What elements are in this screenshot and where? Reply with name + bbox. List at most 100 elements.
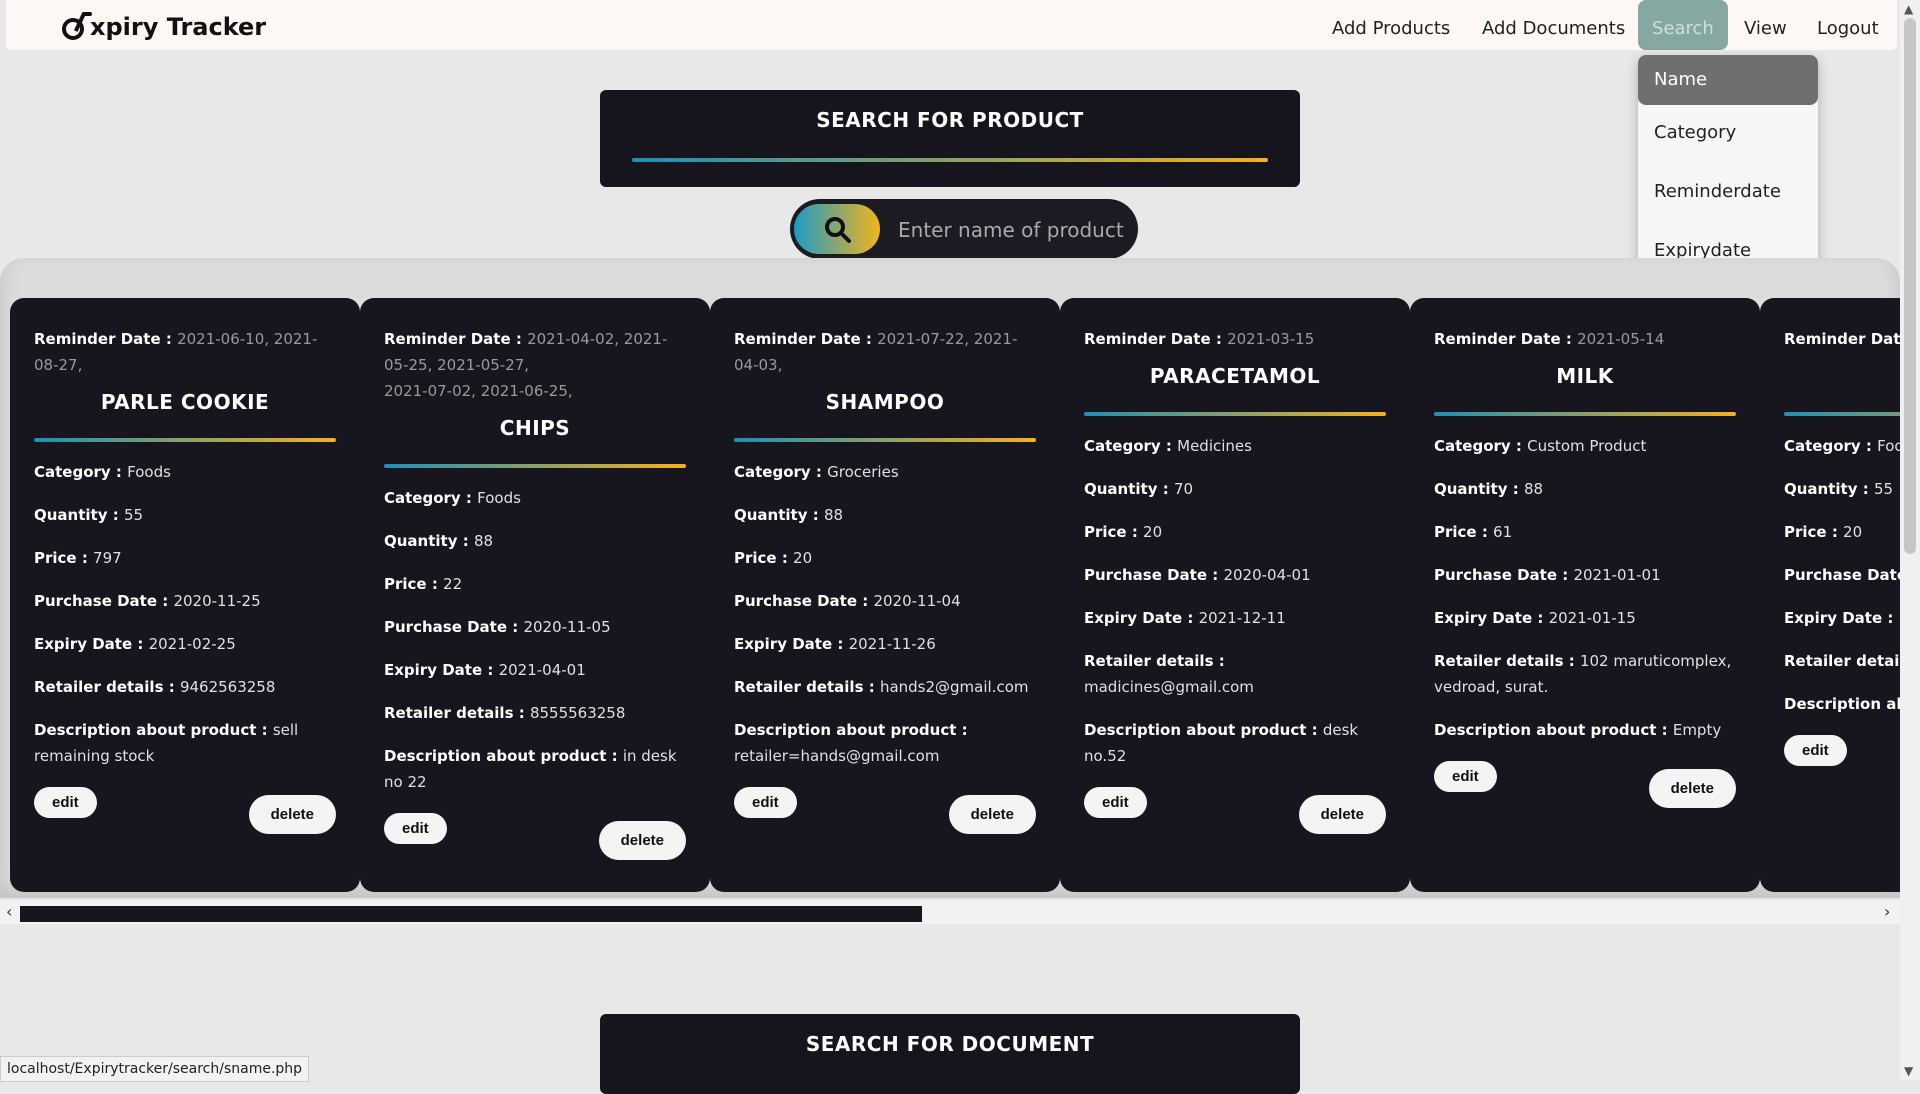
product-card: Reminder Date : C Category : Foo Quantit… xyxy=(1760,298,1900,892)
category-field: Category : Groceries xyxy=(734,463,899,481)
purchase-date-field: Purchase Date : xyxy=(1784,566,1900,584)
expiry-date-field: Expiry Date : 2021-02-25 xyxy=(34,635,236,653)
quantity-field: Quantity : 88 xyxy=(734,506,844,524)
delete-button[interactable]: delete xyxy=(248,795,336,834)
name-underline xyxy=(34,438,336,442)
product-card: Reminder Date : 2021-03-15 PARACETAMOL C… xyxy=(1060,298,1410,892)
delete-button[interactable]: delete xyxy=(598,821,686,860)
navbar: xpiry Tracker Add Products Add Documents… xyxy=(6,0,1897,50)
expiry-date-field: Expiry Date : 2021-11-26 xyxy=(734,635,936,653)
product-name: SHAMPOO xyxy=(825,390,945,414)
scroll-down-icon[interactable]: ▼ xyxy=(1904,1064,1913,1078)
dropdown-item-reminderdate[interactable]: Reminderdate xyxy=(1638,167,1818,217)
expiry-date-field: Expiry Date : 2021-04-01 xyxy=(384,661,586,679)
expiry-date-field: Expiry Date : 2021-01-15 xyxy=(1434,609,1636,627)
status-url: localhost/Expirytracker/search/sname.php xyxy=(0,1056,310,1082)
price-field: Price : 797 xyxy=(34,549,122,567)
edit-button[interactable]: edit xyxy=(1084,787,1147,818)
name-underline xyxy=(1784,412,1900,416)
retailer-field: Retailer details : 8555563258 xyxy=(384,704,626,722)
nav-logout[interactable]: Logout xyxy=(1817,0,1879,50)
quantity-field: Quantity : 88 xyxy=(1434,480,1544,498)
search-document-title: SEARCH FOR DOCUMENT xyxy=(805,1032,1095,1056)
description-field: Description about product : Empty xyxy=(1434,721,1722,739)
purchase-date-field: Purchase Date : 2021-01-01 xyxy=(1434,566,1661,584)
delete-button[interactable]: delete xyxy=(1648,769,1736,808)
quantity-field: Quantity : 55 xyxy=(1784,480,1894,498)
edit-button[interactable]: edit xyxy=(1434,761,1497,792)
retailer-field: Retailer details : xyxy=(1784,652,1900,670)
price-field: Price : 20 xyxy=(1084,523,1163,541)
vertical-scrollbar[interactable]: ▲ ▼ xyxy=(1900,0,1920,1080)
purchase-date-field: Purchase Date : 2020-11-05 xyxy=(384,618,611,636)
reminder-date: Reminder Date : xyxy=(1784,330,1900,348)
description-field: Description about product : xyxy=(1784,695,1900,713)
nav-add-products[interactable]: Add Products xyxy=(1332,0,1450,50)
product-search-bar xyxy=(790,199,1138,259)
retailer-field: Retailer details : 102 maruticomplex, ve… xyxy=(1434,652,1732,696)
reminder-date: Reminder Date : 2021-07-22, 2021-04-03, xyxy=(734,330,1018,374)
purchase-date-field: Purchase Date : 2020-11-25 xyxy=(34,592,261,610)
retailer-field: Retailer details : madicines@gmail.com xyxy=(1084,652,1254,696)
purchase-date-field: Purchase Date : 2020-04-01 xyxy=(1084,566,1311,584)
product-card-list[interactable]: Reminder Date : 2021-06-10, 2021-08-27, … xyxy=(0,298,1900,894)
product-name: CHIPS xyxy=(499,416,571,440)
search-dropdown-menu: Name Category Reminderdate Expirydate xyxy=(1638,55,1818,281)
quantity-field: Quantity : 88 xyxy=(384,532,494,550)
logo-text: xpiry Tracker xyxy=(90,13,267,41)
nav-search[interactable]: Search xyxy=(1638,0,1728,50)
dropdown-item-category[interactable]: Category xyxy=(1638,108,1818,158)
product-card: Reminder Date : 2021-05-14 MILK Category… xyxy=(1410,298,1760,892)
nav-view[interactable]: View xyxy=(1744,0,1787,50)
price-field: Price : 20 xyxy=(734,549,813,567)
edit-button[interactable]: edit xyxy=(34,787,97,818)
reminder-date: Reminder Date : 2021-04-02, 2021-05-25, … xyxy=(384,330,668,400)
reminder-date: Reminder Date : 2021-06-10, 2021-08-27, xyxy=(34,330,318,374)
horizontal-scroll-thumb[interactable] xyxy=(20,906,922,922)
search-product-title: SEARCH FOR PRODUCT xyxy=(816,108,1084,132)
category-field: Category : Foods xyxy=(34,463,171,481)
reminder-date: Reminder Date : 2021-03-15 xyxy=(1084,330,1315,348)
retailer-field: Retailer details : hands2@gmail.com xyxy=(734,678,1029,696)
scroll-left-icon[interactable]: ‹ xyxy=(6,902,12,921)
price-field: Price : 22 xyxy=(384,575,463,593)
name-underline xyxy=(734,438,1036,442)
edit-button[interactable]: edit xyxy=(1784,735,1847,766)
expiry-date-field: Expiry Date : xyxy=(1784,609,1894,627)
horizontal-scrollbar[interactable]: ‹ › xyxy=(0,900,1900,924)
category-field: Category : Foo xyxy=(1784,437,1900,455)
price-field: Price : 61 xyxy=(1434,523,1513,541)
product-card: Reminder Date : 2021-07-22, 2021-04-03, … xyxy=(710,298,1060,892)
product-card: Reminder Date : 2021-06-10, 2021-08-27, … xyxy=(10,298,360,892)
description-field: Description about product : retailer=han… xyxy=(734,721,968,765)
product-search-input[interactable] xyxy=(896,209,1130,251)
category-field: Category : Medicines xyxy=(1084,437,1252,455)
reminder-date: Reminder Date : 2021-05-14 xyxy=(1434,330,1665,348)
vertical-scroll-thumb[interactable] xyxy=(1904,18,1916,554)
logo-icon xyxy=(60,10,94,44)
edit-button[interactable]: edit xyxy=(384,813,447,844)
retailer-field: Retailer details : 9462563258 xyxy=(34,678,276,696)
price-field: Price : 20 xyxy=(1784,523,1863,541)
search-product-header: SEARCH FOR PRODUCT xyxy=(600,90,1300,187)
name-underline xyxy=(1084,412,1386,416)
purchase-date-field: Purchase Date : 2020-11-04 xyxy=(734,592,961,610)
search-button[interactable] xyxy=(794,204,880,254)
scroll-right-icon[interactable]: › xyxy=(1884,902,1890,921)
nav-add-documents[interactable]: Add Documents xyxy=(1482,0,1625,50)
delete-button[interactable]: delete xyxy=(1298,795,1386,834)
scroll-up-icon[interactable]: ▲ xyxy=(1904,2,1913,16)
search-icon xyxy=(825,217,851,243)
description-field: Description about product : in desk no 2… xyxy=(384,747,677,791)
logo[interactable]: xpiry Tracker xyxy=(60,8,266,46)
product-name: PARLE COOKIE xyxy=(100,390,270,414)
category-field: Category : Foods xyxy=(384,489,521,507)
name-underline xyxy=(1434,412,1736,416)
title-underline xyxy=(632,158,1268,162)
product-name: C xyxy=(1784,364,1900,388)
expiry-date-field: Expiry Date : 2021-12-11 xyxy=(1084,609,1286,627)
delete-button[interactable]: delete xyxy=(948,795,1036,834)
edit-button[interactable]: edit xyxy=(734,787,797,818)
description-field: Description about product : sell remaini… xyxy=(34,721,299,765)
dropdown-item-name[interactable]: Name xyxy=(1638,55,1818,105)
